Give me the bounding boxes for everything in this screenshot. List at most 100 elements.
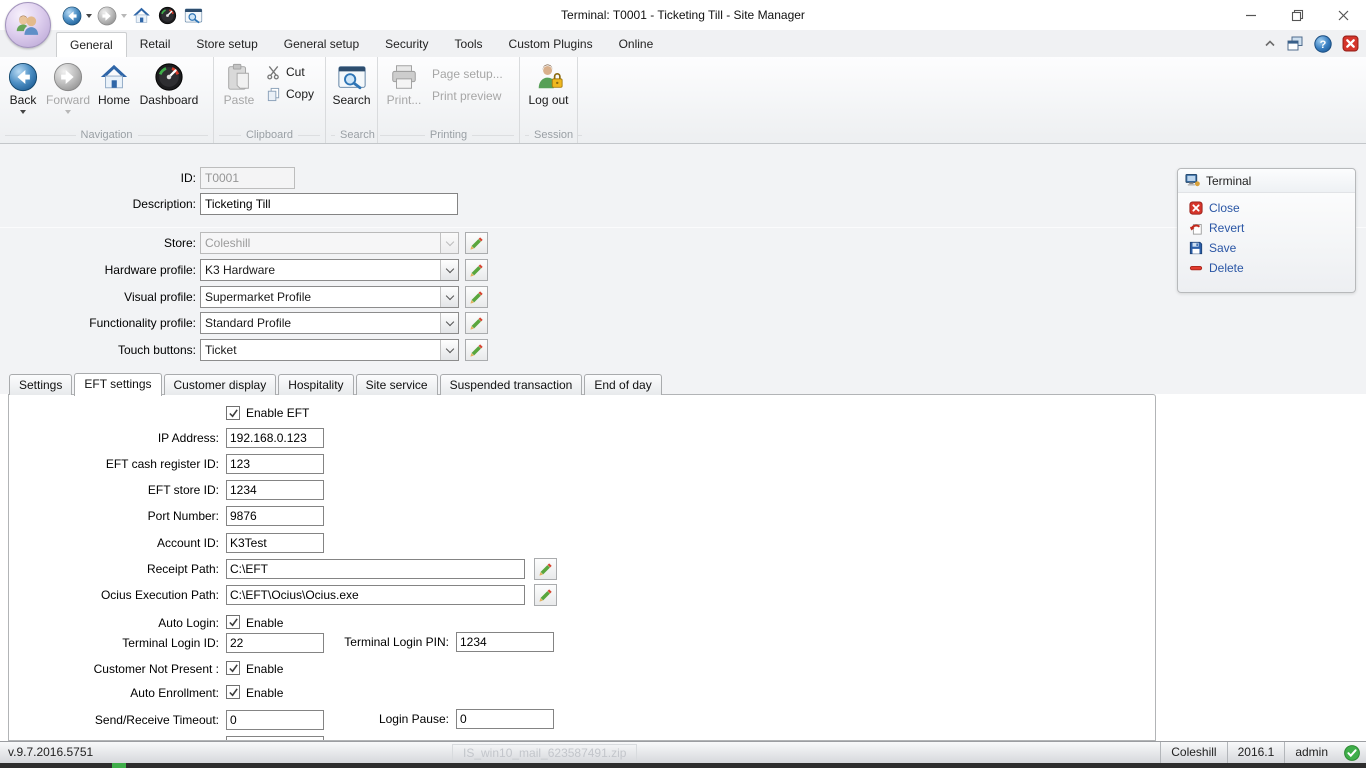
store-combo: Coleshill: [200, 232, 459, 254]
store-edit-button[interactable]: [465, 232, 488, 254]
auto-enrollment-checkbox[interactable]: [226, 685, 240, 699]
tab-hospitality[interactable]: Hospitality: [278, 374, 353, 395]
taskbar-green-sliver: [112, 763, 126, 768]
title-bar: Terminal: T0001 - Ticketing Till - Site …: [0, 0, 1366, 30]
ribbon-utility-buttons: ?: [1264, 30, 1359, 57]
window-controls: [1228, 0, 1366, 30]
eft-store-id-input[interactable]: [226, 480, 324, 500]
copy-icon: [266, 87, 281, 102]
enable-eft-checkbox[interactable]: [226, 406, 240, 420]
tab-suspended-transaction[interactable]: Suspended transaction: [440, 374, 583, 395]
customer-not-present-checkbox[interactable]: [226, 661, 240, 675]
ip-address-input[interactable]: [226, 428, 324, 448]
visual-profile-edit-button[interactable]: [465, 286, 488, 308]
ribbon-tab-strip: General Retail Store setup General setup…: [0, 30, 1366, 57]
ribbon-tab-store-setup[interactable]: Store setup: [183, 32, 270, 57]
ribbon-tab-retail[interactable]: Retail: [127, 32, 184, 57]
touch-buttons-dropdown[interactable]: [440, 340, 458, 360]
windows-icon[interactable]: [1286, 35, 1304, 53]
receipt-path-input[interactable]: [226, 559, 525, 579]
maximize-icon[interactable]: [1274, 0, 1320, 30]
receipt-path-label: Receipt Path:: [21, 559, 219, 579]
eft-store-id-label: EFT store ID:: [21, 480, 219, 500]
visual-profile-dropdown[interactable]: [440, 287, 458, 307]
ocius-execution-path-edit-button[interactable]: [534, 584, 557, 606]
cash-register-id-input[interactable]: [226, 454, 324, 474]
visual-profile-combo[interactable]: Supermarket Profile: [200, 286, 459, 308]
home-button[interactable]: Home: [92, 59, 136, 107]
terminal-login-pin-input[interactable]: [456, 632, 554, 652]
tab-site-service[interactable]: Site service: [356, 374, 438, 395]
auto-login-checkbox[interactable]: [226, 615, 240, 629]
id-input: [200, 167, 295, 189]
receipt-path-edit-button[interactable]: [534, 558, 557, 580]
hardware-profile-combo[interactable]: K3 Hardware: [200, 259, 459, 281]
quick-access-toolbar: [60, 4, 205, 27]
touch-buttons-edit-button[interactable]: [465, 339, 488, 361]
delete-icon: [1189, 261, 1203, 275]
ribbon: Back Forward: [0, 57, 1366, 144]
detail-tab-strip: Settings EFT settings Customer display H…: [9, 372, 664, 395]
dashboard-button[interactable]: Dashboard: [136, 59, 202, 107]
back-split-caret[interactable]: [20, 110, 26, 114]
forward-icon: [53, 62, 83, 92]
description-input[interactable]: [200, 193, 458, 215]
search-button[interactable]: Search: [329, 59, 375, 107]
ribbon-group-printing: Print... Page setup... Print preview Pri…: [378, 57, 520, 143]
ribbon-tab-general[interactable]: General: [56, 32, 127, 57]
back-dropdown-caret[interactable]: [86, 14, 92, 18]
page-setup-button: Page setup...: [428, 63, 507, 85]
search-window-icon[interactable]: [182, 4, 205, 27]
port-number-input[interactable]: [226, 506, 324, 526]
ribbon-tab-online[interactable]: Online: [606, 32, 667, 57]
store-combo-dropdown: [440, 233, 458, 253]
home-icon[interactable]: [130, 4, 153, 27]
cut-button[interactable]: Cut: [262, 61, 318, 83]
hardware-profile-dropdown[interactable]: [440, 260, 458, 280]
ribbon-tab-custom-plugins[interactable]: Custom Plugins: [496, 32, 606, 57]
forward-dropdown-caret: [121, 14, 127, 18]
back-button[interactable]: Back: [2, 59, 44, 114]
touch-buttons-label: Touch buttons:: [0, 339, 196, 361]
customer-not-present-label: Customer Not Present :: [21, 659, 219, 679]
dashboard-icon[interactable]: [156, 4, 179, 27]
status-user: admin: [1284, 742, 1338, 763]
hardware-profile-edit-button[interactable]: [465, 259, 488, 281]
ribbon-tab-general-setup[interactable]: General setup: [271, 32, 372, 57]
revert-action[interactable]: Revert: [1178, 218, 1355, 238]
minimize-icon[interactable]: [1228, 0, 1274, 30]
copy-button[interactable]: Copy: [262, 83, 318, 105]
forward-split-caret: [65, 110, 71, 114]
ip-address-label: IP Address:: [21, 428, 219, 448]
close-window-icon[interactable]: [1320, 0, 1366, 30]
tab-settings[interactable]: Settings: [9, 374, 72, 395]
functionality-profile-dropdown[interactable]: [440, 313, 458, 333]
touch-buttons-combo[interactable]: Ticket: [200, 339, 459, 361]
terminal-panel-title: Terminal: [1206, 174, 1251, 188]
clipped-input[interactable]: [226, 736, 324, 741]
functionality-profile-edit-button[interactable]: [465, 312, 488, 334]
exit-icon[interactable]: [1342, 35, 1359, 52]
delete-action[interactable]: Delete: [1178, 258, 1355, 278]
ocius-execution-path-input[interactable]: [226, 585, 525, 605]
collapse-ribbon-icon[interactable]: [1264, 39, 1276, 48]
tab-eft-settings[interactable]: EFT settings: [74, 373, 161, 396]
ribbon-tab-security[interactable]: Security: [372, 32, 441, 57]
paste-button: Paste: [216, 59, 262, 107]
chevron-down-icon: [445, 237, 453, 245]
tab-end-of-day[interactable]: End of day: [584, 374, 661, 395]
account-id-input[interactable]: [226, 533, 324, 553]
login-pause-input[interactable]: [456, 709, 554, 729]
tab-customer-display[interactable]: Customer display: [164, 374, 277, 395]
save-action[interactable]: Save: [1178, 238, 1355, 258]
bottom-edge-strip: [0, 763, 1366, 768]
status-release: 2016.1: [1227, 742, 1285, 763]
back-icon[interactable]: [60, 4, 83, 27]
logout-button[interactable]: Log out: [523, 59, 575, 107]
help-icon[interactable]: ?: [1314, 35, 1332, 53]
close-action[interactable]: Close: [1178, 198, 1355, 218]
app-menu-button[interactable]: [5, 2, 51, 48]
functionality-profile-combo[interactable]: Standard Profile: [200, 312, 459, 334]
description-label: Description:: [40, 193, 196, 215]
ribbon-tab-tools[interactable]: Tools: [442, 32, 496, 57]
